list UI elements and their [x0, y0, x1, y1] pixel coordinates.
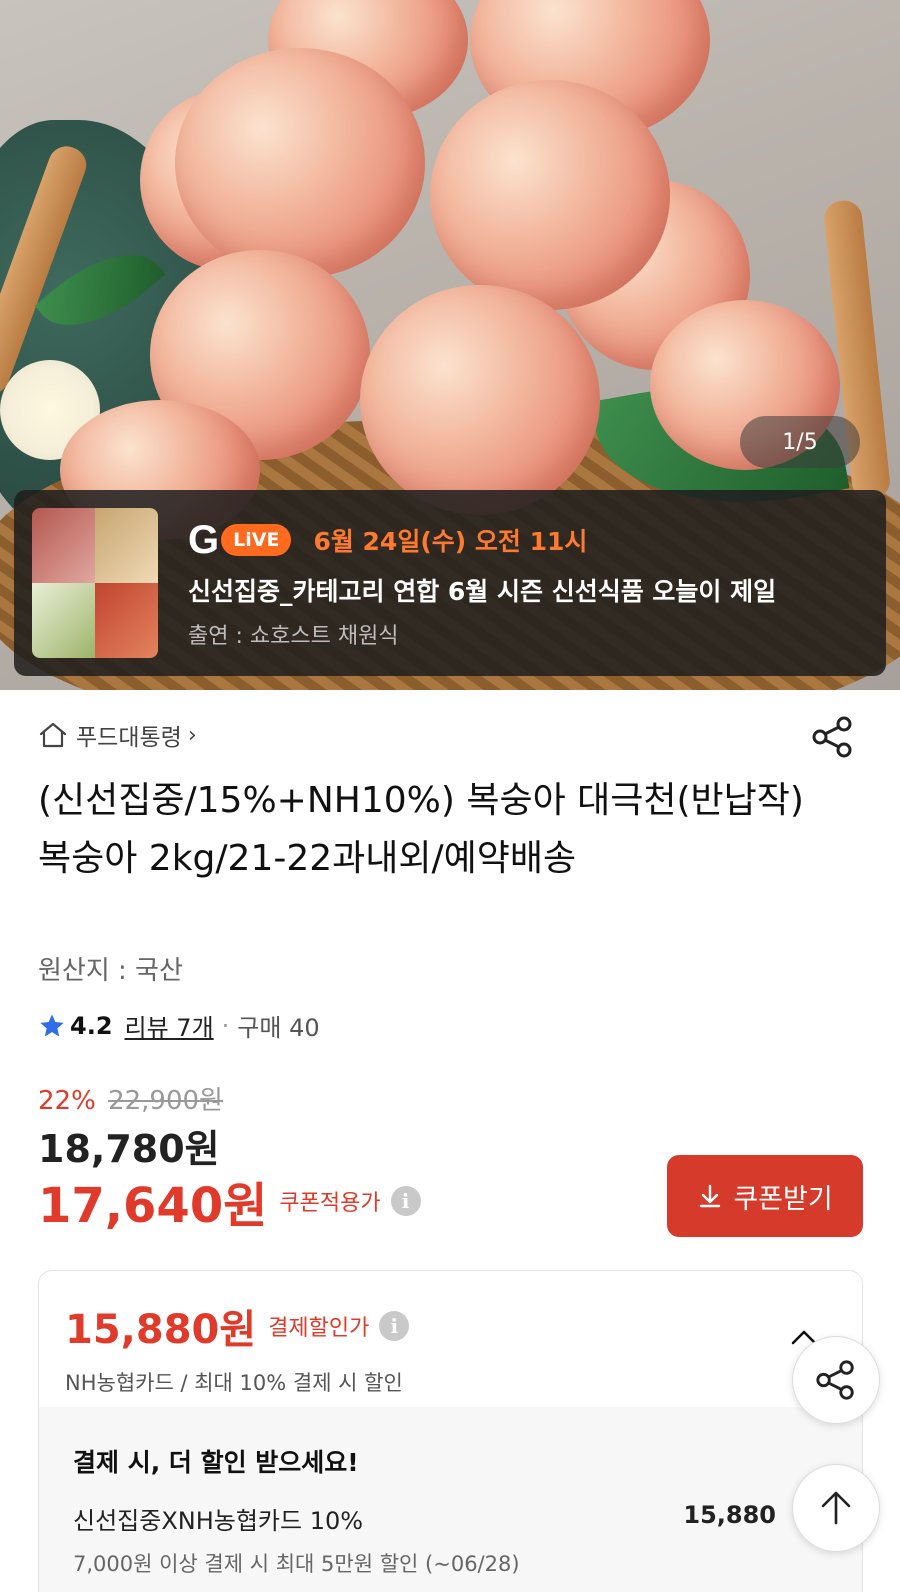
payment-subtitle: NH농협카드 / 최대 10% 결제 시 할인	[65, 1371, 403, 1395]
live-title: 신선집중_카테고리 연합 6월 시즌 신선식품 오늘이 제일	[188, 577, 777, 606]
share-button[interactable]	[810, 714, 856, 764]
sale-price: 18,780원	[38, 1127, 220, 1171]
info-icon[interactable]: i	[390, 1186, 421, 1216]
live-thumbnail	[32, 508, 158, 658]
info-icon[interactable]: i	[379, 1311, 410, 1341]
payment-offer-desc: 7,000원 이상 결제 시 최대 5만원 할인 (~06/28)	[73, 1552, 520, 1576]
discount-row: 22% 22,900원	[38, 1080, 223, 1117]
get-coupon-button[interactable]: 쿠폰받기	[667, 1155, 863, 1237]
payment-offer-value: 15,880	[683, 1501, 776, 1529]
glive-logo-live: LiVE	[221, 524, 292, 556]
coupon-price: 17,640원	[38, 1178, 268, 1234]
coupon-price-label: 쿠폰적용가	[279, 1191, 381, 1216]
rating-score: 4.2	[70, 1011, 113, 1040]
live-date: 6월 24일(수) 오전 11시	[313, 527, 588, 556]
download-icon	[697, 1183, 733, 1209]
payment-offer-heading: 결제 시, 더 할인 받으세요!	[73, 1448, 359, 1477]
share-icon	[814, 1358, 858, 1402]
scroll-to-top-button[interactable]	[792, 1464, 880, 1552]
peach	[360, 285, 600, 515]
separator-dot: ·	[221, 1011, 230, 1040]
discount-percent: 22%	[38, 1086, 96, 1116]
payment-offer-section: 결제 시, 더 할인 받으세요! 신선집중XNH농협카드 10% 15,880 …	[39, 1407, 862, 1592]
product-origin: 원산지 : 국산	[38, 956, 183, 986]
get-coupon-label: 쿠폰받기	[733, 1183, 833, 1214]
payment-offer-name: 신선집중XNH농협카드 10%	[73, 1507, 364, 1535]
product-title: (신선집중/15%+NH10%) 복숭아 대극천(반납작) 복숭아 2kg/21…	[38, 780, 804, 879]
peach	[175, 48, 425, 278]
glive-logo-g: G	[188, 517, 220, 562]
live-host: 출연 : 쇼호스트 채원식	[188, 624, 399, 649]
home-icon	[38, 721, 68, 749]
payment-discount-card: 15,880원 결제할인가 i NH농협카드 / 최대 10% 결제 시 할인 …	[38, 1270, 863, 1592]
payment-offer-row: 신선집중XNH농협카드 10% 15,880	[73, 1501, 836, 1536]
chevron-right-icon: ›	[187, 722, 197, 748]
original-price: 22,900원	[108, 1086, 223, 1116]
purchase-count: 구매 40	[237, 1014, 320, 1042]
payment-price-label: 결제할인가	[268, 1316, 370, 1341]
breadcrumb-store-link[interactable]: 푸드대통령	[76, 718, 182, 752]
arrow-up-icon	[817, 1489, 855, 1527]
share-icon	[810, 716, 856, 764]
live-broadcast-banner[interactable]: G LiVE 6월 24일(수) 오전 11시 신선집중_카테고리 연합 6월 …	[14, 490, 886, 676]
payment-price: 15,880원	[65, 1307, 257, 1353]
peach	[430, 80, 670, 310]
floating-share-button[interactable]	[792, 1336, 880, 1424]
rating-row: 4.2 리뷰 7개 · 구매 40	[38, 1008, 320, 1043]
star-icon	[38, 1012, 66, 1040]
coupon-price-row: 17,640원 쿠폰적용가 i	[38, 1166, 421, 1236]
reviews-link[interactable]: 리뷰 7개	[125, 1008, 214, 1043]
breadcrumb[interactable]: 푸드대통령 ›	[38, 718, 197, 752]
glive-logo: G LiVE	[188, 517, 292, 563]
image-page-counter: 1/5	[740, 416, 860, 468]
